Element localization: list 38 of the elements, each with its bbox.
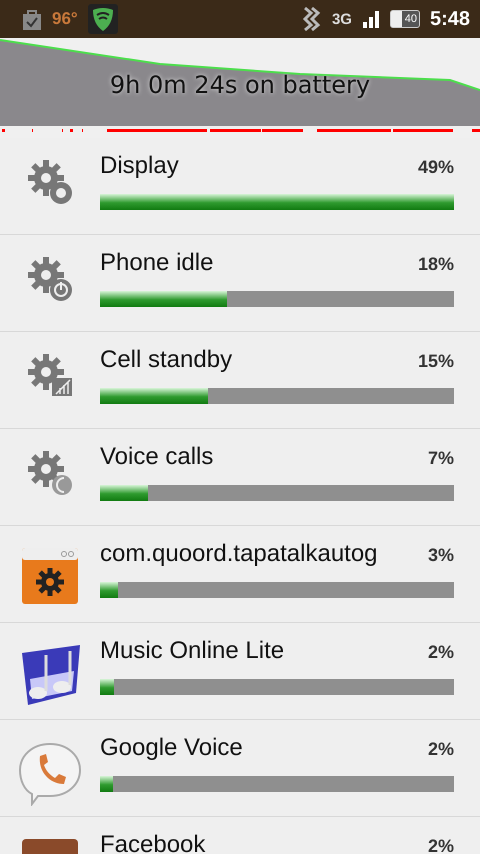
usage-row[interactable]: Display 49% — [0, 138, 480, 235]
item-name: Music Online Lite — [100, 637, 284, 665]
shield-icon — [88, 4, 118, 34]
gear-icon — [26, 255, 74, 303]
item-name: Google Voice — [100, 734, 243, 762]
usage-row[interactable]: Facebook 2% — [0, 817, 480, 854]
usage-row[interactable]: Music Online Lite 2% — [0, 623, 480, 720]
item-name: Cell standby — [100, 346, 232, 374]
usage-row[interactable]: com.quoord.tapatalkautog 3% — [0, 526, 480, 623]
usage-percent: 2% — [428, 836, 454, 854]
phone-bubble-icon — [18, 740, 82, 806]
battery-level: 40 — [390, 10, 420, 28]
usage-row[interactable]: Phone idle 18% — [0, 235, 480, 332]
item-name: Voice calls — [100, 443, 214, 471]
usage-row[interactable]: Cell standby 15% — [0, 332, 480, 429]
usage-row[interactable]: Google Voice 2% — [0, 720, 480, 817]
item-name: Phone idle — [100, 249, 214, 277]
gear-icon — [26, 449, 74, 497]
usage-percent: 2% — [428, 642, 454, 663]
signal-icon — [362, 10, 380, 28]
settings-app-icon — [20, 546, 80, 606]
item-name: Display — [100, 152, 179, 180]
network-type: 3G — [332, 10, 352, 28]
item-name: Facebook — [100, 831, 206, 854]
usage-percent: 2% — [428, 739, 454, 760]
clock: 5:48 — [430, 8, 470, 30]
usage-percent: 18% — [418, 254, 454, 275]
usage-percent: 15% — [418, 351, 454, 372]
sync-waves-icon — [302, 6, 322, 32]
usage-percent: 7% — [428, 448, 454, 469]
temperature: 96° — [52, 9, 78, 29]
usage-percent: 49% — [418, 157, 454, 178]
usage-percent: 3% — [428, 545, 454, 566]
item-name: com.quoord.tapatalkautog — [100, 540, 378, 568]
battery-time: 9h 0m 24s on battery — [108, 71, 372, 99]
gear-icon — [26, 158, 74, 206]
shopping-bag-icon — [22, 8, 42, 30]
usage-row[interactable]: Voice calls 7% — [0, 429, 480, 526]
